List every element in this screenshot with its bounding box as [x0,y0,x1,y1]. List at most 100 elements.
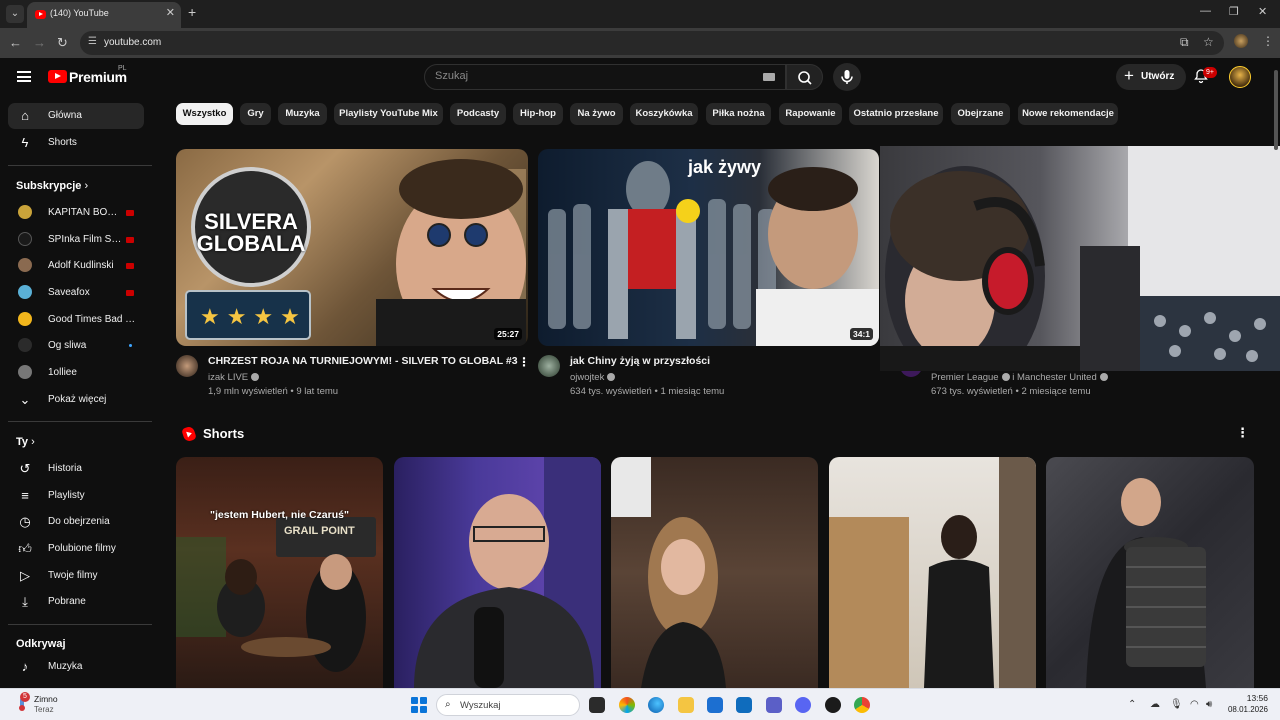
sidebar-show-more[interactable]: ⌄ Pokaż więcej [8,387,144,413]
short-thumbnail[interactable] [1046,457,1254,688]
shorts-logo-icon [181,425,197,443]
close-window-icon[interactable]: ✕ [1258,5,1267,18]
tray-overflow-icon[interactable]: ⌃ [1128,699,1136,710]
sidebar-item-label: Playlisty [48,490,85,501]
sidebar-subscription[interactable]: Good Times Bad Ti... [8,307,144,333]
address-bar[interactable]: ☰ youtube.com ⧉ ☆ [80,31,1224,55]
store-icon[interactable] [707,697,723,713]
browser-profile-avatar[interactable] [1234,34,1248,48]
channel-avatar[interactable] [176,355,198,377]
sidebar-item-your-videos[interactable]: ▷ Twoje filmy [8,563,144,589]
minimize-icon[interactable]: — [1200,5,1211,17]
sidebar-item-home[interactable]: ⌂ Główna [8,103,144,129]
teams-icon[interactable] [766,697,782,713]
clock-date[interactable]: 08.01.2026 [1226,705,1268,714]
forward-icon[interactable]: → [33,35,46,50]
guide-menu-icon[interactable] [17,71,31,82]
sidebar-item-shorts[interactable]: ϟ Shorts [8,130,144,156]
wifi-icon[interactable]: ◠ [1190,699,1199,710]
tab-close-icon[interactable]: ✕ [166,6,175,19]
sidebar-item-watch-later[interactable]: ◷ Do obejrzenia [8,509,144,535]
sidebar-subscription[interactable]: 1olliee [8,360,144,386]
video-thumbnail[interactable]: ★ ★ ★ ★ SILVERA GLOBALA 25:27 [176,149,528,346]
sidebar-item-music[interactable]: ♪ Muzyka [8,654,144,680]
back-icon[interactable]: ← [9,35,22,50]
short-thumbnail[interactable] [394,457,601,688]
copilot-icon[interactable] [619,697,635,713]
tab-title: (140) YouTube [50,8,109,18]
page-scrollbar[interactable] [1272,60,1280,688]
short-thumbnail[interactable] [829,457,1036,688]
steam-icon[interactable] [825,697,841,713]
restore-icon[interactable]: ❐ [1229,5,1239,18]
voice-search-button[interactable] [833,63,861,91]
subscriptions-heading[interactable]: Subskrypcje › [16,180,88,192]
reload-icon[interactable]: ↻ [57,35,68,51]
url-text[interactable]: youtube.com [104,37,161,48]
chip[interactable]: Muzyka [278,103,327,125]
chrome-icon[interactable] [854,697,870,713]
verified-icon [251,373,260,381]
chip[interactable]: Podcasty [450,103,506,125]
short-thumbnail[interactable]: "jestem Hubert, nie Czaruś" GRAIL POINT [176,457,383,688]
chip[interactable]: Nowe rekomendacje [1018,103,1118,125]
shorts-menu-icon[interactable]: ⋮ [1236,425,1249,441]
task-view-icon[interactable] [589,697,605,713]
sidebar-item-playlists[interactable]: ≡ Playlisty [8,483,144,509]
create-button[interactable]: + Utwórz [1116,64,1186,90]
short-thumbnail[interactable] [611,457,818,688]
sidebar-item-history[interactable]: ↺ Historia [8,456,144,482]
sidebar-item-liked[interactable]: 👍︎ Polubione filmy [8,536,144,562]
search-input[interactable] [435,70,755,82]
clock-time[interactable]: 13:56 [1232,693,1268,703]
video-menu-icon[interactable]: ⋮ [518,355,530,369]
sidebar-item-downloads[interactable]: ⤓ Pobrane [8,589,144,615]
video-title[interactable]: jak Chiny żyją w przyszłości [570,355,710,367]
tab-search-icon[interactable]: ⌄ [6,5,24,23]
sidebar-subscription[interactable]: KAPITAN BOMB... [8,200,144,226]
chip[interactable]: Na żywo [570,103,623,125]
install-app-icon[interactable]: ⧉ [1180,35,1189,50]
scrollbar-thumb[interactable] [1274,70,1278,150]
chip[interactable]: Gry [240,103,271,125]
account-avatar[interactable] [1229,66,1251,88]
outlook-icon[interactable] [736,697,752,713]
volume-icon[interactable]: 🔊︎ [1206,699,1212,710]
chip[interactable]: Ostatnio przesłane [849,103,943,125]
file-explorer-icon[interactable] [678,697,694,713]
you-heading[interactable]: Ty › [16,436,35,448]
chip[interactable]: Playlisty YouTube Mix [334,103,443,125]
sidebar-subscription[interactable]: Saveafox [8,280,144,306]
cloud-icon[interactable]: ☁ [1150,699,1160,710]
search-button[interactable] [786,64,823,90]
video-title[interactable]: CHRZEST ROJA NA TURNIEJOWYM! - SILVER TO… [208,355,518,367]
new-tab-icon[interactable]: + [188,4,196,20]
microphone-tray-icon[interactable]: 🎙︎ [1170,699,1183,710]
discord-icon[interactable] [795,697,811,713]
edge-icon[interactable] [648,697,664,713]
keyboard-icon[interactable] [763,73,775,81]
taskbar-search[interactable]: ⌕ Wyszukaj [436,694,580,716]
windows-start-icon[interactable] [411,697,427,713]
chip-all[interactable]: Wszystko [176,103,233,125]
video-channel[interactable]: izak LIVE [208,372,260,383]
watch-later-icon: ◷ [19,514,31,529]
chip[interactable]: Rapowanie [779,103,842,125]
sidebar-subscription[interactable]: Og sliwa [8,333,144,359]
video-channel[interactable]: ojwojtek [570,372,616,383]
site-info-icon[interactable]: ☰ [88,36,97,47]
video-thumbnail[interactable]: jak żywy 34:1 [538,149,879,346]
browser-menu-icon[interactable]: ⋮ [1262,34,1274,48]
chip[interactable]: Hip-hop [513,103,563,125]
chip[interactable]: Piłka nożna [706,103,771,125]
home-icon: ⌂ [21,108,29,123]
sidebar-subscription[interactable]: Adolf Kudlinski [8,253,144,279]
sidebar-subscription[interactable]: SPInka Film Stud... [8,227,144,253]
chip[interactable]: Koszykówka [630,103,698,125]
channel-avatar[interactable] [538,355,560,377]
sidebar-item-label: KAPITAN BOMB... [48,207,124,218]
bookmark-star-icon[interactable]: ☆ [1203,35,1214,49]
browser-tab[interactable]: (140) YouTube ✕ [27,2,181,28]
video-channel[interactable]: Premier League i Manchester United [931,372,1108,383]
chip[interactable]: Obejrzane [951,103,1010,125]
